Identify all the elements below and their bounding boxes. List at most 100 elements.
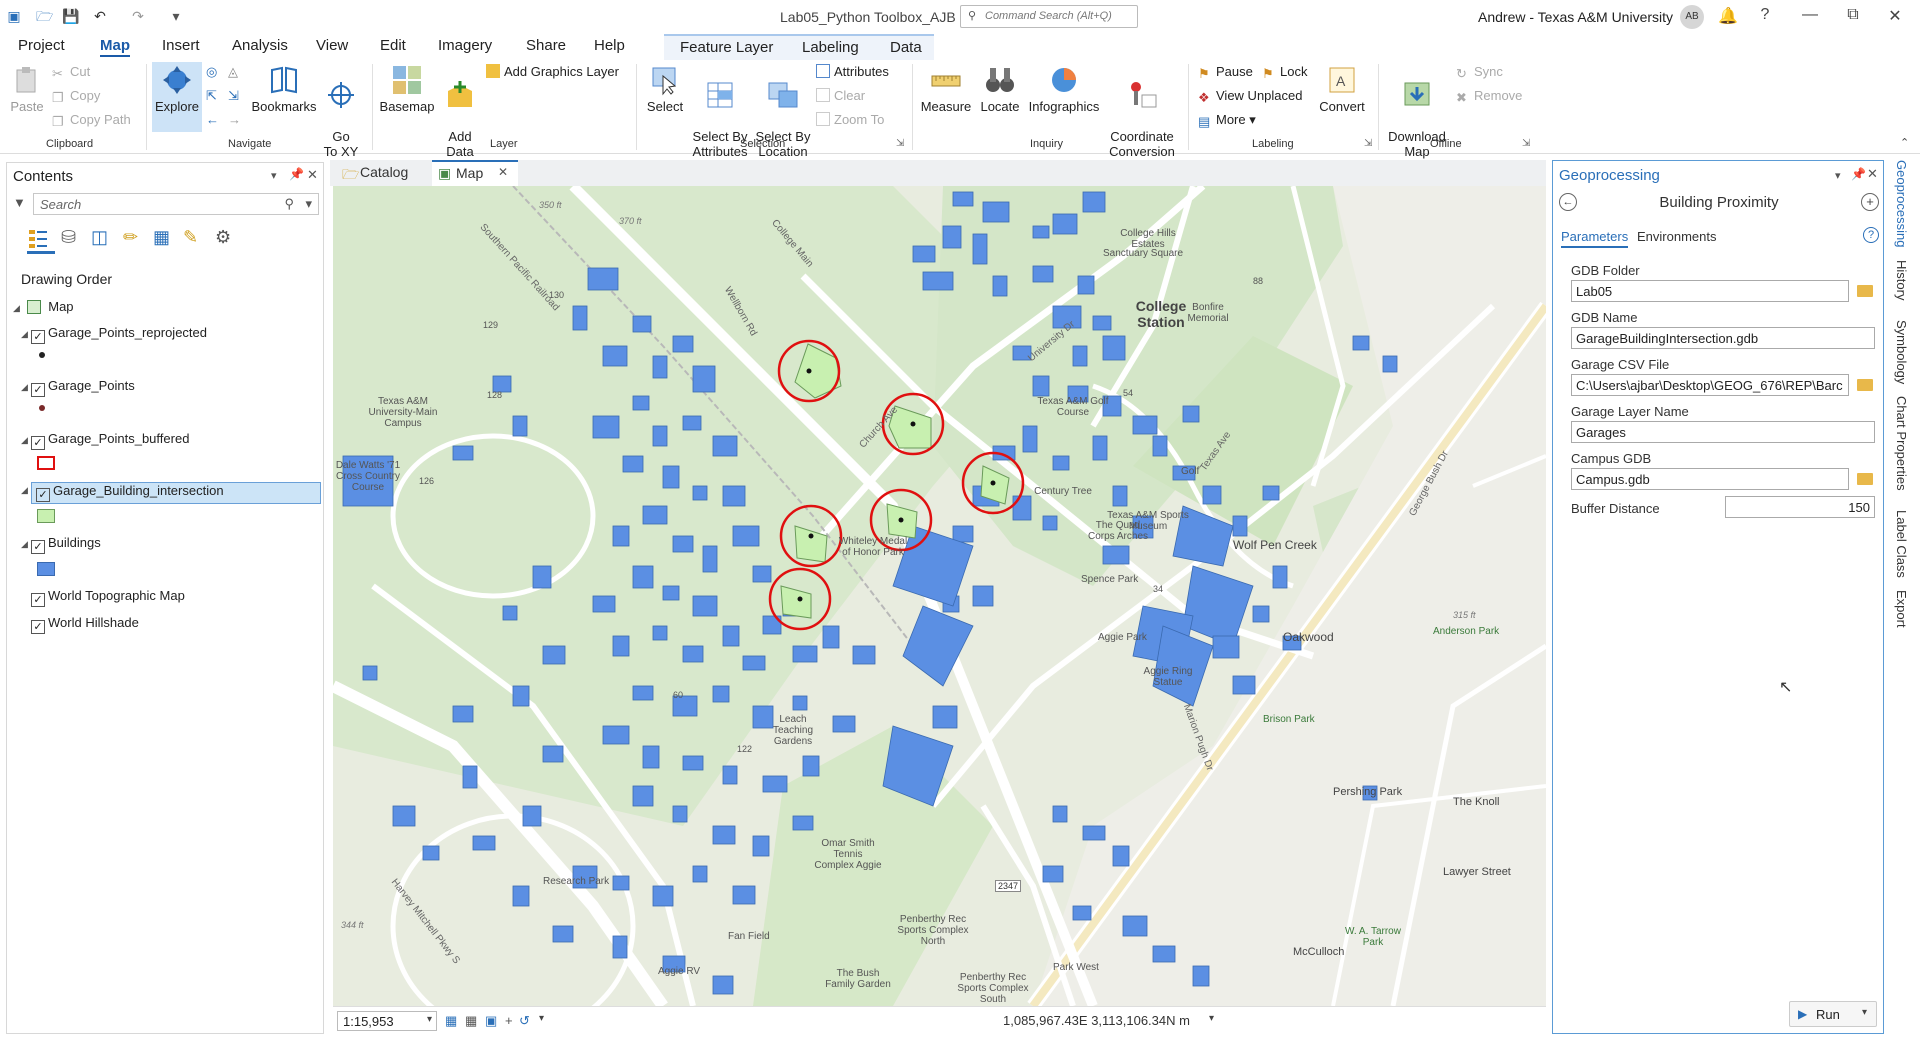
gdb-folder-input[interactable]: Lab05 [1571,280,1849,302]
tab-view[interactable]: View [316,37,348,54]
cut-button[interactable]: ✂ Cut [52,64,90,81]
add-icon[interactable]: + [1861,193,1879,211]
layer-item[interactable]: ◢ ✓ Garage_Points [21,378,135,400]
list-by-selection-icon[interactable]: ◫ [91,227,108,248]
customize-qat-icon[interactable]: ▾ [168,8,184,24]
browse-folder-icon[interactable] [1857,379,1873,391]
tab-analysis[interactable]: Analysis [232,37,288,54]
polygon-symbol[interactable] [37,456,55,470]
side-tab-geoprocessing[interactable]: Geoprocessing [1894,160,1909,247]
user-name[interactable]: Andrew - Texas A&M University [1478,9,1673,25]
run-button[interactable]: ▶ Run ▾ [1789,1001,1877,1027]
tab-insert[interactable]: Insert [162,37,200,54]
close-tab-icon[interactable]: ✕ [498,165,508,179]
list-by-labeling-icon[interactable]: ✎ [183,227,198,248]
polygon-symbol[interactable] [37,562,55,576]
close-pane-icon[interactable]: ✕ [1867,166,1878,182]
tab-help[interactable]: Help [594,37,625,54]
polygon-symbol[interactable] [37,509,55,523]
layer-visibility-checkbox[interactable]: ✓ [36,488,50,502]
notifications-icon[interactable]: 🔔 [1713,6,1743,26]
open-project-icon[interactable]: 🗁 [36,8,53,24]
map-node[interactable]: ◢ Map [13,299,74,321]
chevron-down-icon[interactable]: ▾ [1209,1013,1214,1024]
table-icon[interactable]: ▦ [465,1013,477,1029]
pause-labeling-button[interactable]: ⚑ Pause [1198,64,1253,81]
tab-project[interactable]: Project [18,37,65,54]
side-tab-history[interactable]: History [1894,260,1909,300]
pane-options-icon[interactable]: ▾ [271,169,277,182]
contents-search-input[interactable]: Search ⚲ ▾ [33,193,319,215]
undo-icon[interactable]: ↶ [92,8,108,24]
buffer-distance-input[interactable]: 150 [1725,496,1875,518]
browse-folder-icon[interactable] [1857,473,1873,485]
minimize-icon[interactable]: — [1795,6,1825,24]
next-extent-icon[interactable]: → [228,112,241,127]
layer-visibility-checkbox[interactable]: ✓ [31,436,45,450]
side-tab-export[interactable]: Export [1894,590,1909,628]
tab-labeling[interactable]: Labeling [802,39,859,56]
tab-catalog[interactable]: Catalog [360,164,408,180]
collapse-icon[interactable]: ◢ [21,382,31,393]
basemap-button[interactable]: Basemap [378,64,436,114]
tab-edit[interactable]: Edit [380,37,406,54]
pin-icon[interactable]: 📌 [289,167,304,181]
tab-map[interactable]: Map [100,37,130,57]
layer-item-selected[interactable]: ✓ Garage_Building_intersection [31,482,321,504]
copy-path-button[interactable]: ❐ Copy Path [52,112,131,129]
collapse-icon[interactable]: ◢ [21,539,31,550]
measure-button[interactable]: Measure [916,64,976,114]
pane-options-icon[interactable]: ▾ [1835,169,1841,182]
layer-visibility-checkbox[interactable]: ✓ [31,620,45,634]
help-icon[interactable]: ? [1863,227,1879,243]
list-by-snapping-icon[interactable]: ▦ [153,227,170,248]
redo-icon[interactable]: ↷ [130,8,146,24]
restore-icon[interactable]: ⧉ [1838,6,1868,24]
close-icon[interactable]: ✕ [1880,6,1910,26]
grid-icon[interactable]: ▦ [445,1013,457,1029]
side-tab-label-class[interactable]: Label Class [1894,510,1909,578]
pin-icon[interactable]: 📌 [1851,167,1866,181]
full-extent-icon[interactable]: ◎ [206,64,217,80]
go-to-xy-button[interactable]: Go To XY [318,64,364,159]
lock-labels-button[interactable]: ⚑ Lock [1262,64,1307,81]
bookmarks-button[interactable]: Bookmarks [248,64,320,114]
garage-csv-input[interactable]: C:\Users\ajbar\Desktop\GEOG_676\REP\Barc [1571,374,1849,396]
labeling-options-launcher-icon[interactable]: ⇲ [1364,138,1372,149]
map-canvas[interactable] [333,186,1546,1006]
layer-item[interactable]: ✓ World Topographic Map [31,588,185,610]
remove-button[interactable]: ✖ Remove [1456,88,1522,105]
chevron-down-icon[interactable]: ▾ [1862,1007,1867,1018]
infographics-button[interactable]: Infographics [1026,64,1102,114]
view-unplaced-button[interactable]: ❖ View Unplaced [1198,88,1302,105]
list-by-drawing-order-icon[interactable] [27,227,49,249]
tab-parameters[interactable]: Parameters [1561,229,1629,248]
rotate-icon[interactable]: ↺ [519,1013,530,1029]
locate-button[interactable]: Locate [974,64,1026,114]
collapse-ribbon-icon[interactable]: ⌃ [1900,136,1909,149]
sync-button[interactable]: ↻ Sync [1456,64,1503,81]
list-by-source-icon[interactable]: ⛁ [61,227,76,248]
scale-select[interactable]: 1:15,953 ▾ [337,1011,437,1031]
side-tab-symbology[interactable]: Symbology [1894,320,1909,384]
filter-icon[interactable]: ▼ [13,195,26,210]
command-search-input[interactable]: ⚲ Command Search (Alt+Q) [960,5,1138,28]
list-by-charts-icon[interactable]: ⚙ [215,227,231,248]
garage-layer-name-input[interactable]: Garages [1571,421,1875,443]
add-icon[interactable]: + [505,1013,513,1028]
zoom-in-fixed-icon[interactable]: ⇱ [206,88,217,104]
collapse-icon[interactable]: ◢ [21,435,31,446]
clear-selection-button[interactable]: Clear [816,88,865,103]
campus-gdb-input[interactable]: Campus.gdb [1571,468,1849,490]
layer-visibility-checkbox[interactable]: ✓ [31,330,45,344]
layer-item[interactable]: ✓ World Hillshade [31,615,139,637]
tab-data[interactable]: Data [890,39,922,56]
add-graphics-layer-button[interactable]: Add Graphics Layer [486,64,619,79]
point-symbol[interactable] [39,352,45,358]
map-view[interactable]: College Station College Hills Estates Te… [333,186,1546,1006]
add-data-button[interactable]: Add Data [436,64,484,159]
tab-share[interactable]: Share [526,37,566,54]
attributes-button[interactable]: Attributes [816,64,889,79]
snapping-icon[interactable]: ▣ [485,1013,497,1029]
fixed-zoom-icon[interactable]: ◬ [228,64,238,80]
